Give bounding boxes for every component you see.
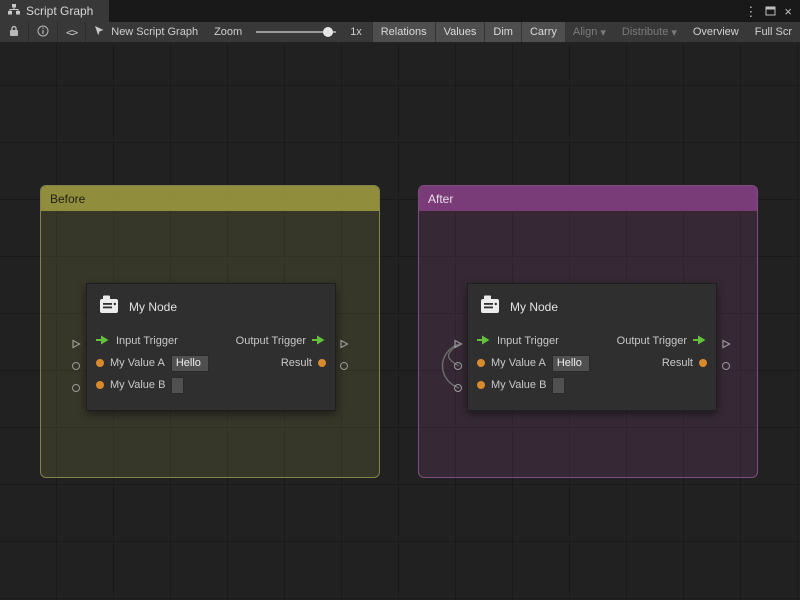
zoom-value: 1x xyxy=(350,26,362,38)
graph-icon xyxy=(8,4,20,18)
code-icon: <> xyxy=(66,26,77,39)
result-port-icon[interactable] xyxy=(318,359,326,367)
flow-in-icon[interactable] xyxy=(477,335,491,348)
my-node-after[interactable]: My Node Input Trigger Output Trigger xyxy=(467,283,717,411)
kebab-menu-icon[interactable]: ⋮ xyxy=(744,5,757,18)
value-a-label: My Value A xyxy=(491,357,546,369)
result-port-icon[interactable] xyxy=(699,359,707,367)
script-graph-window: Script Graph ⋮ × xyxy=(0,0,800,600)
node-title: My Node xyxy=(129,300,177,314)
window-controls: ⋮ × xyxy=(744,0,800,22)
dropdown-align[interactable]: Align ▾ xyxy=(565,22,614,42)
external-result-port[interactable] xyxy=(721,361,731,371)
overview-button[interactable]: Overview xyxy=(685,22,747,42)
external-flow-in-port[interactable] xyxy=(71,339,81,349)
toggle-carry[interactable]: Carry xyxy=(521,22,565,42)
value-port-icon[interactable] xyxy=(477,359,485,367)
graph-toolbar: <> New Script Graph Zoom 1x Relations Va… xyxy=(0,22,800,43)
value-b-label: My Value B xyxy=(491,379,546,391)
port-row-value-b: My Value B xyxy=(87,374,335,396)
graph-name-area[interactable]: New Script Graph xyxy=(86,22,206,42)
value-port-icon[interactable] xyxy=(96,359,104,367)
tab-bar: Script Graph ⋮ × xyxy=(0,0,800,22)
toggle-dim[interactable]: Dim xyxy=(484,22,521,42)
toolbar-buttons: Relations Values Dim Carry Align ▾ Distr… xyxy=(372,22,800,42)
output-trigger-label: Output Trigger xyxy=(236,335,306,347)
external-value-port[interactable] xyxy=(71,383,81,393)
output-trigger-label: Output Trigger xyxy=(617,335,687,347)
group-before[interactable]: Before My Node xyxy=(40,185,380,478)
external-value-port[interactable] xyxy=(453,383,463,393)
my-node-before[interactable]: My Node Input Trigger Output Trigger xyxy=(86,283,336,411)
group-after-title: After xyxy=(428,192,453,206)
value-b-label: My Value B xyxy=(110,379,165,391)
group-before-title: Before xyxy=(50,192,85,206)
value-a-label: My Value A xyxy=(110,357,165,369)
tab-title: Script Graph xyxy=(26,4,93,18)
external-flow-out-port[interactable] xyxy=(721,339,731,349)
group-before-header[interactable]: Before xyxy=(41,186,379,211)
graph-name-label: New Script Graph xyxy=(111,26,198,38)
toggle-relations[interactable]: Relations xyxy=(372,22,435,42)
lock-icon xyxy=(8,25,20,40)
node-title: My Node xyxy=(510,300,558,314)
zoom-label: Zoom xyxy=(214,26,242,38)
port-row-value-a: My Value A Hello Result xyxy=(87,352,335,374)
input-trigger-label: Input Trigger xyxy=(116,335,178,347)
graph-canvas[interactable]: Before My Node xyxy=(0,43,800,600)
toggle-values[interactable]: Values xyxy=(435,22,485,42)
maximize-icon[interactable] xyxy=(765,6,776,16)
value-b-input[interactable] xyxy=(171,377,184,394)
chevron-down-icon: ▾ xyxy=(600,26,606,39)
external-result-port[interactable] xyxy=(339,361,349,371)
distribute-label: Distribute xyxy=(622,26,668,38)
value-a-input[interactable]: Hello xyxy=(552,355,590,372)
zoom-slider[interactable] xyxy=(256,31,336,33)
zoom-control: Zoom 1x xyxy=(206,22,370,42)
flow-in-icon[interactable] xyxy=(96,335,110,348)
input-trigger-label: Input Trigger xyxy=(497,335,559,347)
lock-button[interactable] xyxy=(0,22,29,42)
external-flow-out-port[interactable] xyxy=(339,339,349,349)
flow-out-icon[interactable] xyxy=(312,335,326,348)
value-port-icon[interactable] xyxy=(96,381,104,389)
flow-machine-icon xyxy=(98,294,120,321)
info-icon xyxy=(37,25,49,40)
node-header[interactable]: My Node xyxy=(468,284,716,330)
tab-script-graph[interactable]: Script Graph xyxy=(0,0,109,22)
chevron-down-icon: ▾ xyxy=(671,26,677,39)
value-a-input[interactable]: Hello xyxy=(171,355,209,372)
external-value-port[interactable] xyxy=(453,361,463,371)
external-value-port[interactable] xyxy=(71,361,81,371)
info-button[interactable] xyxy=(29,22,58,42)
port-row-value-a: My Value A Hello Result xyxy=(468,352,716,374)
group-after[interactable]: After My N xyxy=(418,185,758,478)
node-header[interactable]: My Node xyxy=(87,284,335,330)
fullscreen-button[interactable]: Full Scr xyxy=(747,22,800,42)
port-row-trigger: Input Trigger Output Trigger xyxy=(87,330,335,352)
zoom-slider-handle[interactable] xyxy=(323,27,333,37)
port-row-trigger: Input Trigger Output Trigger xyxy=(468,330,716,352)
align-label: Align xyxy=(573,26,597,38)
pointer-icon xyxy=(94,25,105,39)
group-after-header[interactable]: After xyxy=(419,186,757,211)
value-b-input[interactable] xyxy=(552,377,565,394)
value-port-icon[interactable] xyxy=(477,381,485,389)
port-row-value-b: My Value B xyxy=(468,374,716,396)
external-flow-in-port[interactable] xyxy=(453,339,463,349)
flow-machine-icon xyxy=(479,294,501,321)
close-icon[interactable]: × xyxy=(784,5,792,18)
flow-out-icon[interactable] xyxy=(693,335,707,348)
dropdown-distribute[interactable]: Distribute ▾ xyxy=(614,22,685,42)
result-label: Result xyxy=(662,357,693,369)
code-view-button[interactable]: <> xyxy=(58,22,86,42)
result-label: Result xyxy=(281,357,312,369)
